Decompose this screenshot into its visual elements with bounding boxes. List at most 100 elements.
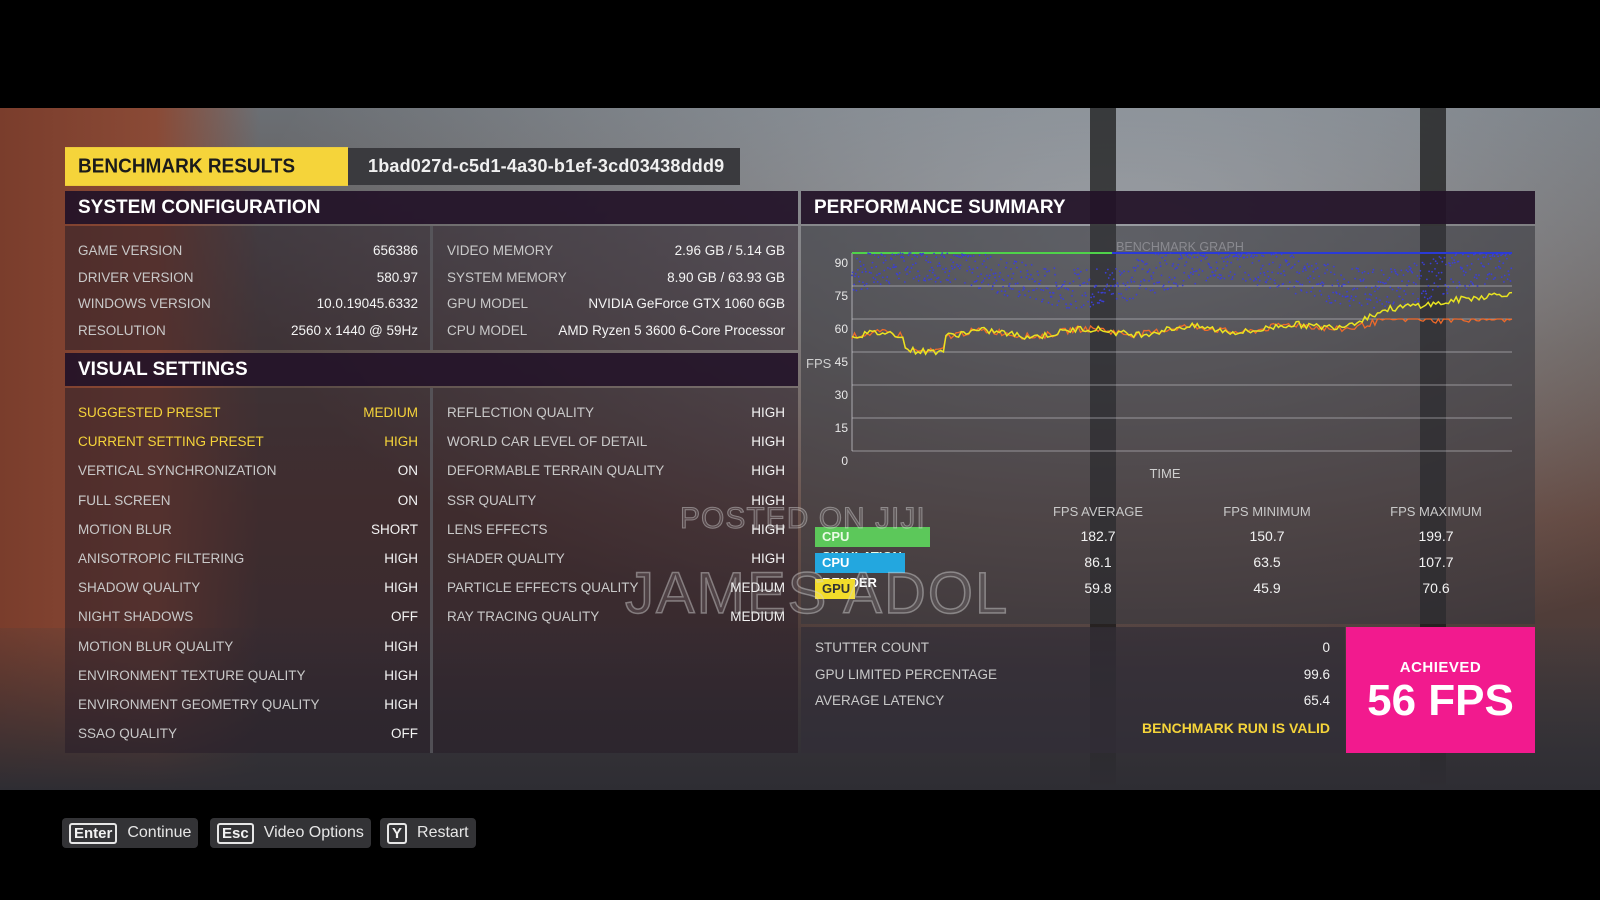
cpu-render-point — [1176, 266, 1178, 269]
cpu-render-point — [1206, 256, 1208, 259]
cpu-render-point — [929, 261, 932, 264]
setting-label: GAME VERSION — [78, 243, 183, 258]
cpu-render-point — [1388, 276, 1391, 279]
cpu-render-point — [1179, 253, 1182, 256]
cpu-render-point — [1133, 280, 1136, 283]
cpu-render-point — [1493, 255, 1496, 258]
cpu-render-point — [1011, 288, 1014, 291]
continue-button[interactable]: Enter Continue — [62, 818, 199, 848]
cpu-render-point — [1149, 289, 1152, 292]
cpu-render-point — [856, 257, 858, 260]
cpu-render-point — [1421, 261, 1424, 264]
cpu-render-point — [1160, 274, 1163, 277]
cpu-render-point — [1411, 271, 1414, 274]
cpu-render-point — [887, 267, 889, 269]
achieved-label: ACHIEVED — [1399, 659, 1482, 676]
cpu-render-point — [854, 272, 857, 275]
cpu-render-point — [1326, 269, 1329, 271]
cpu-render-point — [1381, 303, 1384, 305]
cpu-render-point — [1287, 287, 1290, 290]
cpu-render-point — [1059, 294, 1062, 297]
cpu-render-point — [984, 253, 987, 256]
cpu-render-point — [1047, 301, 1050, 304]
cpu-render-point — [1005, 266, 1007, 269]
cpu-render-point — [864, 268, 867, 270]
setting-label: CPU MODEL — [447, 323, 528, 339]
cpu-render-point — [903, 260, 905, 262]
cpu-render-point — [1357, 267, 1359, 270]
cpu-render-point — [1308, 265, 1310, 268]
cpu-render-point — [1357, 270, 1360, 273]
cpu-render-point — [1074, 272, 1076, 275]
cpu-render-point — [1338, 293, 1341, 296]
cpu-render-point — [1134, 267, 1137, 269]
cpu-render-point — [1220, 274, 1222, 277]
cpu-render-point — [940, 254, 943, 256]
cpu-render-point — [1309, 275, 1312, 278]
cpu-render-point — [1091, 293, 1094, 295]
stat-avg: 86.1 — [1084, 554, 1112, 570]
cpu-render-point — [1265, 281, 1268, 284]
cpu-render-point — [1499, 267, 1502, 269]
video-options-button[interactable]: Esc Video Options — [210, 818, 371, 848]
cpu-render-point — [1132, 297, 1134, 300]
cpu-render-point — [1062, 298, 1065, 300]
cpu-render-point — [1194, 282, 1197, 285]
cpu-render-point — [1263, 271, 1265, 274]
cpu-render-point — [899, 252, 902, 254]
cpu-render-point — [1028, 278, 1031, 281]
cpu-render-point — [1498, 260, 1501, 263]
cpu-render-point — [950, 258, 952, 261]
cpu-render-point — [956, 263, 958, 266]
cpu-render-point — [1451, 262, 1454, 264]
cpu-render-point — [1253, 254, 1256, 257]
cpu-render-point — [1017, 295, 1020, 298]
cpu-render-point — [1078, 277, 1081, 280]
cpu-render-point — [1044, 268, 1047, 270]
cpu-render-point — [1060, 286, 1063, 288]
cpu-render-point — [1313, 277, 1315, 280]
cpu-render-point — [1476, 285, 1479, 287]
cpu-render-point — [1414, 300, 1417, 303]
setting-label: SUGGESTED PRESET — [78, 405, 221, 420]
cpu-render-point — [1170, 278, 1173, 281]
cpu-render-point — [1228, 254, 1231, 257]
cpu-render-point — [1386, 296, 1389, 298]
cpu-render-point — [1090, 301, 1093, 304]
cpu-render-point — [1503, 281, 1505, 283]
cpu-render-point — [1339, 302, 1342, 305]
cpu-render-point — [1373, 306, 1375, 309]
cpu-render-point — [1289, 255, 1292, 258]
cpu-render-point — [1292, 256, 1295, 259]
setting-row: FULL SCREEN ON — [78, 486, 418, 515]
cpu-render-point — [1250, 254, 1253, 256]
cpu-render-point — [1126, 281, 1129, 284]
restart-button[interactable]: Y Restart — [380, 818, 476, 848]
cpu-render-point — [1429, 262, 1432, 265]
cpu-render-point — [1042, 289, 1045, 292]
cpu-render-point — [901, 252, 904, 255]
cpu-render-point — [1225, 256, 1227, 259]
gpu-orange-series — [851, 317, 1513, 354]
cpu-render-point — [1177, 263, 1180, 266]
cpu-render-point — [1033, 289, 1035, 292]
cpu-render-point — [860, 288, 863, 290]
cpu-render-point — [939, 264, 941, 267]
cpu-render-point — [1297, 260, 1300, 263]
cpu-render-point — [959, 264, 962, 267]
setting-value: HIGH — [384, 551, 418, 566]
cpu-render-point — [909, 270, 911, 273]
cpu-render-point — [1222, 267, 1224, 270]
cpu-render-point — [1104, 271, 1107, 274]
cpu-render-point — [1465, 287, 1468, 290]
cpu-render-point — [1330, 301, 1333, 304]
cpu-render-point — [1002, 285, 1004, 288]
cpu-render-point — [851, 271, 854, 274]
cpu-render-point — [1026, 269, 1029, 272]
cpu-render-point — [1236, 258, 1239, 261]
cpu-render-point — [1481, 252, 1483, 255]
cpu-render-point — [1288, 262, 1290, 265]
cpu-render-point — [933, 252, 935, 255]
cpu-render-point — [1380, 269, 1383, 272]
cpu-render-point — [1482, 256, 1485, 259]
